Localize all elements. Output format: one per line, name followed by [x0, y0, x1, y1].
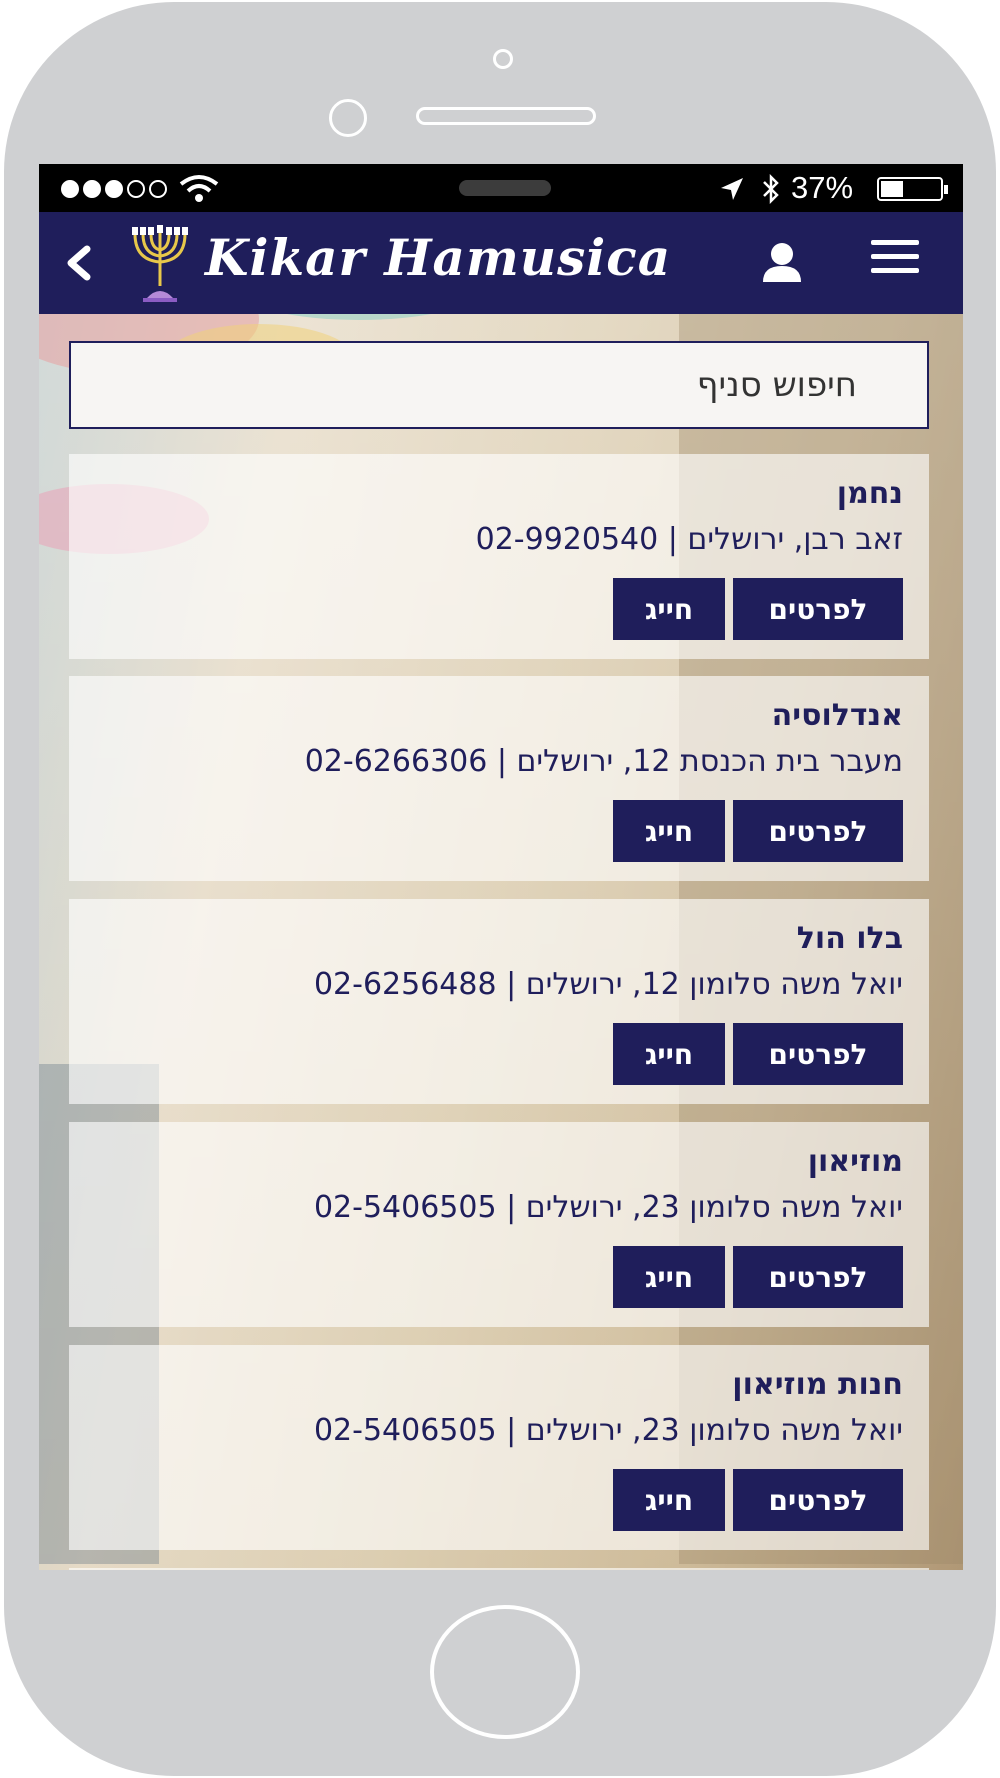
user-profile-button[interactable]	[757, 238, 807, 288]
branch-name: בלו הול	[796, 921, 903, 956]
battery-icon	[877, 177, 948, 201]
branch-call-button[interactable]: חייג	[613, 1469, 725, 1531]
hamburger-menu-line	[871, 254, 919, 259]
branch-card-partial	[69, 1568, 929, 1570]
status-bar: 37%	[39, 164, 963, 212]
proximity-sensor	[493, 49, 513, 69]
branch-call-button[interactable]: חייג	[613, 1246, 725, 1308]
branch-card: מוזיאון יואל משה סלומון 23, ירושלים | 02-…	[69, 1122, 929, 1327]
branch-address-phone: יואל משה סלומון 12, ירושלים | 02-6256488	[313, 967, 903, 1002]
hamburger-menu-button[interactable]	[871, 240, 919, 284]
hamburger-menu-icon	[871, 240, 919, 245]
home-button[interactable]	[430, 1605, 580, 1739]
phone-screen: 37% Kikar Hamusica חיפוש סניף נחמן זאב ר…	[39, 164, 963, 1570]
app-header: Kikar Hamusica	[39, 212, 963, 314]
branch-call-button[interactable]: חייג	[613, 800, 725, 862]
branch-call-button[interactable]: חייג	[613, 1023, 725, 1085]
menorah-icon	[132, 225, 188, 302]
app-title: Kikar Hamusica	[205, 228, 672, 287]
front-camera	[329, 99, 367, 137]
branch-card: בלו הול יואל משה סלומון 12, ירושלים | 02-…	[69, 899, 929, 1104]
earpiece-speaker	[416, 107, 596, 125]
branch-address-phone: יואל משה סלומון 23, ירושלים | 02-5406505	[313, 1413, 903, 1448]
hamburger-menu-line	[871, 268, 919, 273]
branch-card: חנות מוזיאון יואל משה סלומון 23, ירושלים …	[69, 1345, 929, 1550]
branch-details-button[interactable]: לפרטים	[733, 1023, 903, 1085]
branch-details-button[interactable]: לפרטים	[733, 800, 903, 862]
branch-address-phone: יואל משה סלומון 23, ירושלים | 02-5406505	[313, 1190, 903, 1225]
branch-search-input[interactable]	[69, 341, 929, 429]
chevron-left-icon	[67, 245, 91, 281]
branch-name: נחמן	[836, 476, 903, 511]
branch-call-button[interactable]: חייג	[613, 578, 725, 640]
notch-pill	[459, 180, 551, 196]
user-icon	[763, 243, 801, 282]
branch-name: מוזיאון	[807, 1144, 903, 1179]
branch-name: חנות מוזיאון	[732, 1367, 903, 1402]
wifi-icon	[179, 175, 219, 202]
branch-card: אנדלוסיה מעבר בית הכנסת 12, ירושלים | 02-…	[69, 676, 929, 881]
branch-name: אנדלוסיה	[771, 698, 903, 733]
back-button[interactable]	[53, 236, 103, 290]
branch-details-button[interactable]: לפרטים	[733, 1246, 903, 1308]
signal-strength-icon	[61, 180, 167, 198]
phone-frame: 37% Kikar Hamusica חיפוש סניף נחמן זאב ר…	[4, 2, 996, 1776]
bluetooth-icon	[763, 174, 779, 204]
branch-details-button[interactable]: לפרטים	[733, 1469, 903, 1531]
branch-card: נחמן זאב רבן, ירושלים | 02-9920540 לפרטים ח…	[69, 454, 929, 659]
location-arrow-icon	[721, 178, 743, 200]
battery-percent: 37%	[791, 170, 854, 205]
branch-details-button[interactable]: לפרטים	[733, 578, 903, 640]
branch-address-phone: מעבר בית הכנסת 12, ירושלים | 02-6266306	[304, 744, 903, 779]
branch-address-phone: זאב רבן, ירושלים | 02-9920540	[475, 522, 903, 557]
